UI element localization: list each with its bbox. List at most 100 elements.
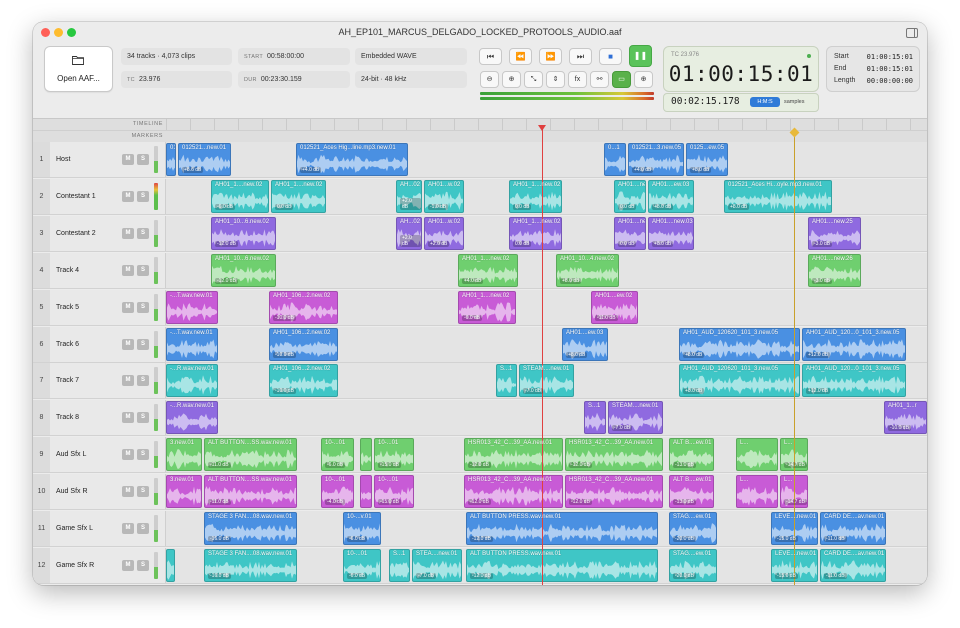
audio-clip[interactable]: 012521...3.new.05 +4.0 dB [628, 143, 684, 176]
audio-clip[interactable]: AH01....ew.03 +8.0 dB [562, 327, 608, 361]
audio-clip[interactable]: AH01_AUD_120...0_101_3.new.05 +12.0 dB [802, 364, 906, 398]
track-row[interactable]: 11 Game Sfx L M S STAGE 3 FAN....08.wav.new.… [33, 511, 927, 547]
audio-clip[interactable]: AH01_10...6.new.02 -12.0 dB [211, 216, 276, 250]
audio-clip[interactable]: STAG....ew.01 -20.0 dB [669, 548, 717, 582]
track-row[interactable]: 4 Track 4 M S AH01_10...6.new.02 -12.0 dB AH01… [33, 252, 927, 289]
track-header[interactable]: 12 Game Sfx R MS [33, 547, 166, 583]
solo-button[interactable]: S [137, 301, 149, 313]
track-row[interactable]: 8 Track 8 M S -...R.wav.new.01 S...1 STEAM....… [33, 400, 927, 437]
audio-clip[interactable]: L... [736, 475, 778, 509]
track-header[interactable]: 8 Track 8 MS [33, 400, 166, 436]
audio-clip[interactable]: AH01....new.26 -3.0 dB [808, 253, 861, 287]
audio-clip[interactable]: ALT B....ew.01 -13.0 dB [669, 438, 714, 472]
audio-clip[interactable]: -...T.wav.new.01 [166, 327, 218, 361]
vertical-zoom-button[interactable]: ⇕ [546, 71, 565, 88]
audio-clip[interactable]: AH...02 +2.0 dB [396, 216, 422, 250]
fast-forward-button[interactable]: ⏩ [539, 48, 562, 65]
audio-clip[interactable]: AH01...w.02 -1.0 dB [424, 179, 464, 213]
solo-button[interactable]: S [137, 486, 149, 498]
mute-button[interactable]: M [122, 559, 134, 571]
fx-button[interactable]: fx [568, 71, 587, 88]
audio-clip[interactable]: AH01_1....new.02 -6.0 dB [458, 290, 516, 324]
rewind-button[interactable]: ⏪ [509, 48, 532, 65]
sidebar-toggle-icon[interactable] [906, 28, 918, 38]
track-lane[interactable]: STAGE 3 FAN....08.wav.new.01 -16.0 dB 10-.… [166, 547, 927, 583]
audio-clip[interactable]: 10-...01 -4.0 dB [321, 475, 354, 509]
audio-clip[interactable]: AH01_10...4.new.02 +8.0 dB [556, 253, 619, 287]
crosshair-button[interactable]: ⊕ [634, 71, 653, 88]
zoom-out-button[interactable]: ⊖ [480, 71, 499, 88]
track-header[interactable]: 7 Track 7 MS [33, 363, 166, 399]
audio-clip[interactable]: AH...02 +2.0 dB [396, 179, 422, 213]
track-lane[interactable]: 3.new.01 ALT BUTTON....SS.wav.new.01 -11.0… [166, 437, 927, 473]
audio-clip[interactable]: STAGE 3 FAN....08.wav.new.01 -16.0 dB [204, 548, 297, 582]
track-row[interactable]: 2 Contestant 1 M S AH01_1....new.02 -6.0 dB AH… [33, 178, 927, 215]
audio-clip[interactable]: STEAM....new.01 -7.0 dB [608, 401, 663, 435]
audio-clip[interactable]: STAGE 3 FAN....08.wav.new.01 -16.0 dB [204, 512, 297, 545]
track-lane[interactable]: -...R.wav.new.01 AH01_106...2.new.02 -10.0… [166, 363, 927, 399]
pause-button[interactable]: ❚❚ [629, 45, 652, 67]
open-aaf-button[interactable]: Open AAF... [44, 46, 113, 92]
audio-clip[interactable]: 0125...ew.05 +8.0 dB [686, 143, 728, 176]
track-header[interactable]: 5 Track 5 MS [33, 289, 166, 325]
track-row[interactable]: 6 Track 6 M S -...T.wav.new.01 AH01_106...2.n… [33, 326, 927, 363]
audio-clip[interactable]: 012521...new.01 +8.6 dB [178, 143, 231, 176]
go-to-end-button[interactable]: ⏭ [569, 48, 592, 65]
audio-clip[interactable]: AH01_AUD_120620_101_3.new.05 +8.0 dB [679, 364, 800, 398]
mute-button[interactable]: M [122, 301, 134, 313]
audio-clip[interactable]: AH01_10...6.new.02 -12.0 dB [211, 253, 276, 287]
audio-clip[interactable]: AH01_1....new.02 0.0 dB [271, 179, 326, 213]
mute-button[interactable]: M [122, 338, 134, 350]
solo-button[interactable]: S [137, 375, 149, 387]
track-lane[interactable]: -...T.wav.new.01 AH01_106...2.new.02 -10.0… [166, 289, 927, 325]
track-row[interactable]: 5 Track 5 M S -...T.wav.new.01 AH01_106...2.n… [33, 289, 927, 326]
track-row[interactable]: 7 Track 7 M S -...R.wav.new.01 AH01_106...2.n… [33, 363, 927, 400]
audio-clip[interactable]: STEAM....new.01 -7.0 dB [519, 364, 574, 398]
track-header[interactable]: 11 Game Sfx L MS [33, 511, 166, 546]
track-header[interactable]: 3 Contestant 2 MS [33, 215, 166, 251]
audio-clip[interactable]: ALT BUTTON....SS.wav.new.01 -11.0 dB [204, 438, 297, 472]
audio-clip[interactable]: AH01....ew.03 +8.0 dB [648, 179, 694, 213]
audio-clip[interactable]: 3.new.01 [166, 438, 202, 472]
audio-clip[interactable]: AH01_106...2.new.02 -10.0 dB [269, 290, 338, 324]
audio-clip[interactable]: HSR013_42_C...39_AA.new.01 -12.0 dB [464, 475, 563, 509]
solo-button[interactable]: S [137, 412, 149, 424]
audio-clip[interactable]: HSR013_42_C...39_AA.new.01 -12.0 dB [464, 438, 563, 472]
track-header[interactable]: 9 Aud Sfx L MS [33, 437, 166, 473]
audio-clip[interactable]: 012521_Aces Hi...oyle.mp3.new.01 +8.0 dB [724, 179, 832, 213]
samples-toggle[interactable]: samples [784, 97, 804, 107]
track-row[interactable]: 10 Aud Sfx R M S 3.new.01 ALT BUTTON....SS.wa… [33, 474, 927, 511]
audio-clip[interactable]: S...1 [389, 548, 410, 582]
audio-clip[interactable] [360, 438, 372, 472]
mute-button[interactable]: M [122, 486, 134, 498]
audio-clip[interactable]: AH01....new.03 0.0 dB [614, 216, 646, 250]
audio-clip[interactable]: AH01....new.03 0.0 dB [614, 179, 646, 213]
link-button[interactable]: ⚯ [590, 71, 609, 88]
monitor-button[interactable]: ▭ [612, 71, 631, 88]
track-lane[interactable]: AH01_10...6.new.02 -12.0 dB AH01_1....new.… [166, 252, 927, 288]
track-lane[interactable]: 01- 012521...new.01 +8.6 dB 012521_Aces Hig… [166, 142, 927, 177]
audio-clip[interactable]: ALT BUTTON PRESS.wav.new.01 -12.0 dB [466, 512, 658, 545]
audio-clip[interactable]: ALT B....ew.01 -13.0 dB [669, 475, 714, 509]
audio-clip[interactable]: 10-...v.01 -6.0 dB [343, 512, 381, 545]
audio-clip[interactable]: AH01_1....new.02 -6.0 dB [211, 179, 269, 213]
track-row[interactable]: 9 Aud Sfx L M S 3.new.01 ALT BUTTON....SS.wav… [33, 437, 927, 474]
audio-clip[interactable]: 10-...01 -15.0 dB [374, 438, 414, 472]
audio-clip[interactable]: HSR013_42_C...39_AA.new.01 -12.0 dB [565, 475, 663, 509]
track-row[interactable]: 1 Host MS 01- 012521...new.01 +8.6 dB 012521_A… [33, 142, 927, 178]
track-header[interactable]: 6 Track 6 MS [33, 326, 166, 362]
track-lane[interactable]: -...R.wav.new.01 S...1 STEAM....new.01 -7.0… [166, 400, 927, 436]
mute-button[interactable]: M [122, 227, 134, 239]
zoom-in-button[interactable]: ⊕ [502, 71, 521, 88]
track-row[interactable]: 3 Contestant 2 M S AH01_10...6.new.02 -12.0 d… [33, 215, 927, 252]
solo-button[interactable]: S [137, 190, 149, 202]
audio-clip[interactable]: L... [736, 438, 778, 472]
hms-toggle[interactable]: H:M:S [750, 97, 780, 107]
audio-clip[interactable]: -...T.wav.new.01 [166, 290, 218, 324]
solo-button[interactable]: S [137, 559, 149, 571]
track-lane[interactable]: STAGE 3 FAN....08.wav.new.01 -16.0 dB 10-.… [166, 511, 927, 546]
stop-button[interactable]: ■ [599, 48, 622, 65]
audio-clip[interactable]: AH01_106...2.new.02 -10.0 dB [269, 364, 338, 398]
solo-button[interactable]: S [137, 449, 149, 461]
audio-clip[interactable]: 01- [166, 143, 176, 176]
